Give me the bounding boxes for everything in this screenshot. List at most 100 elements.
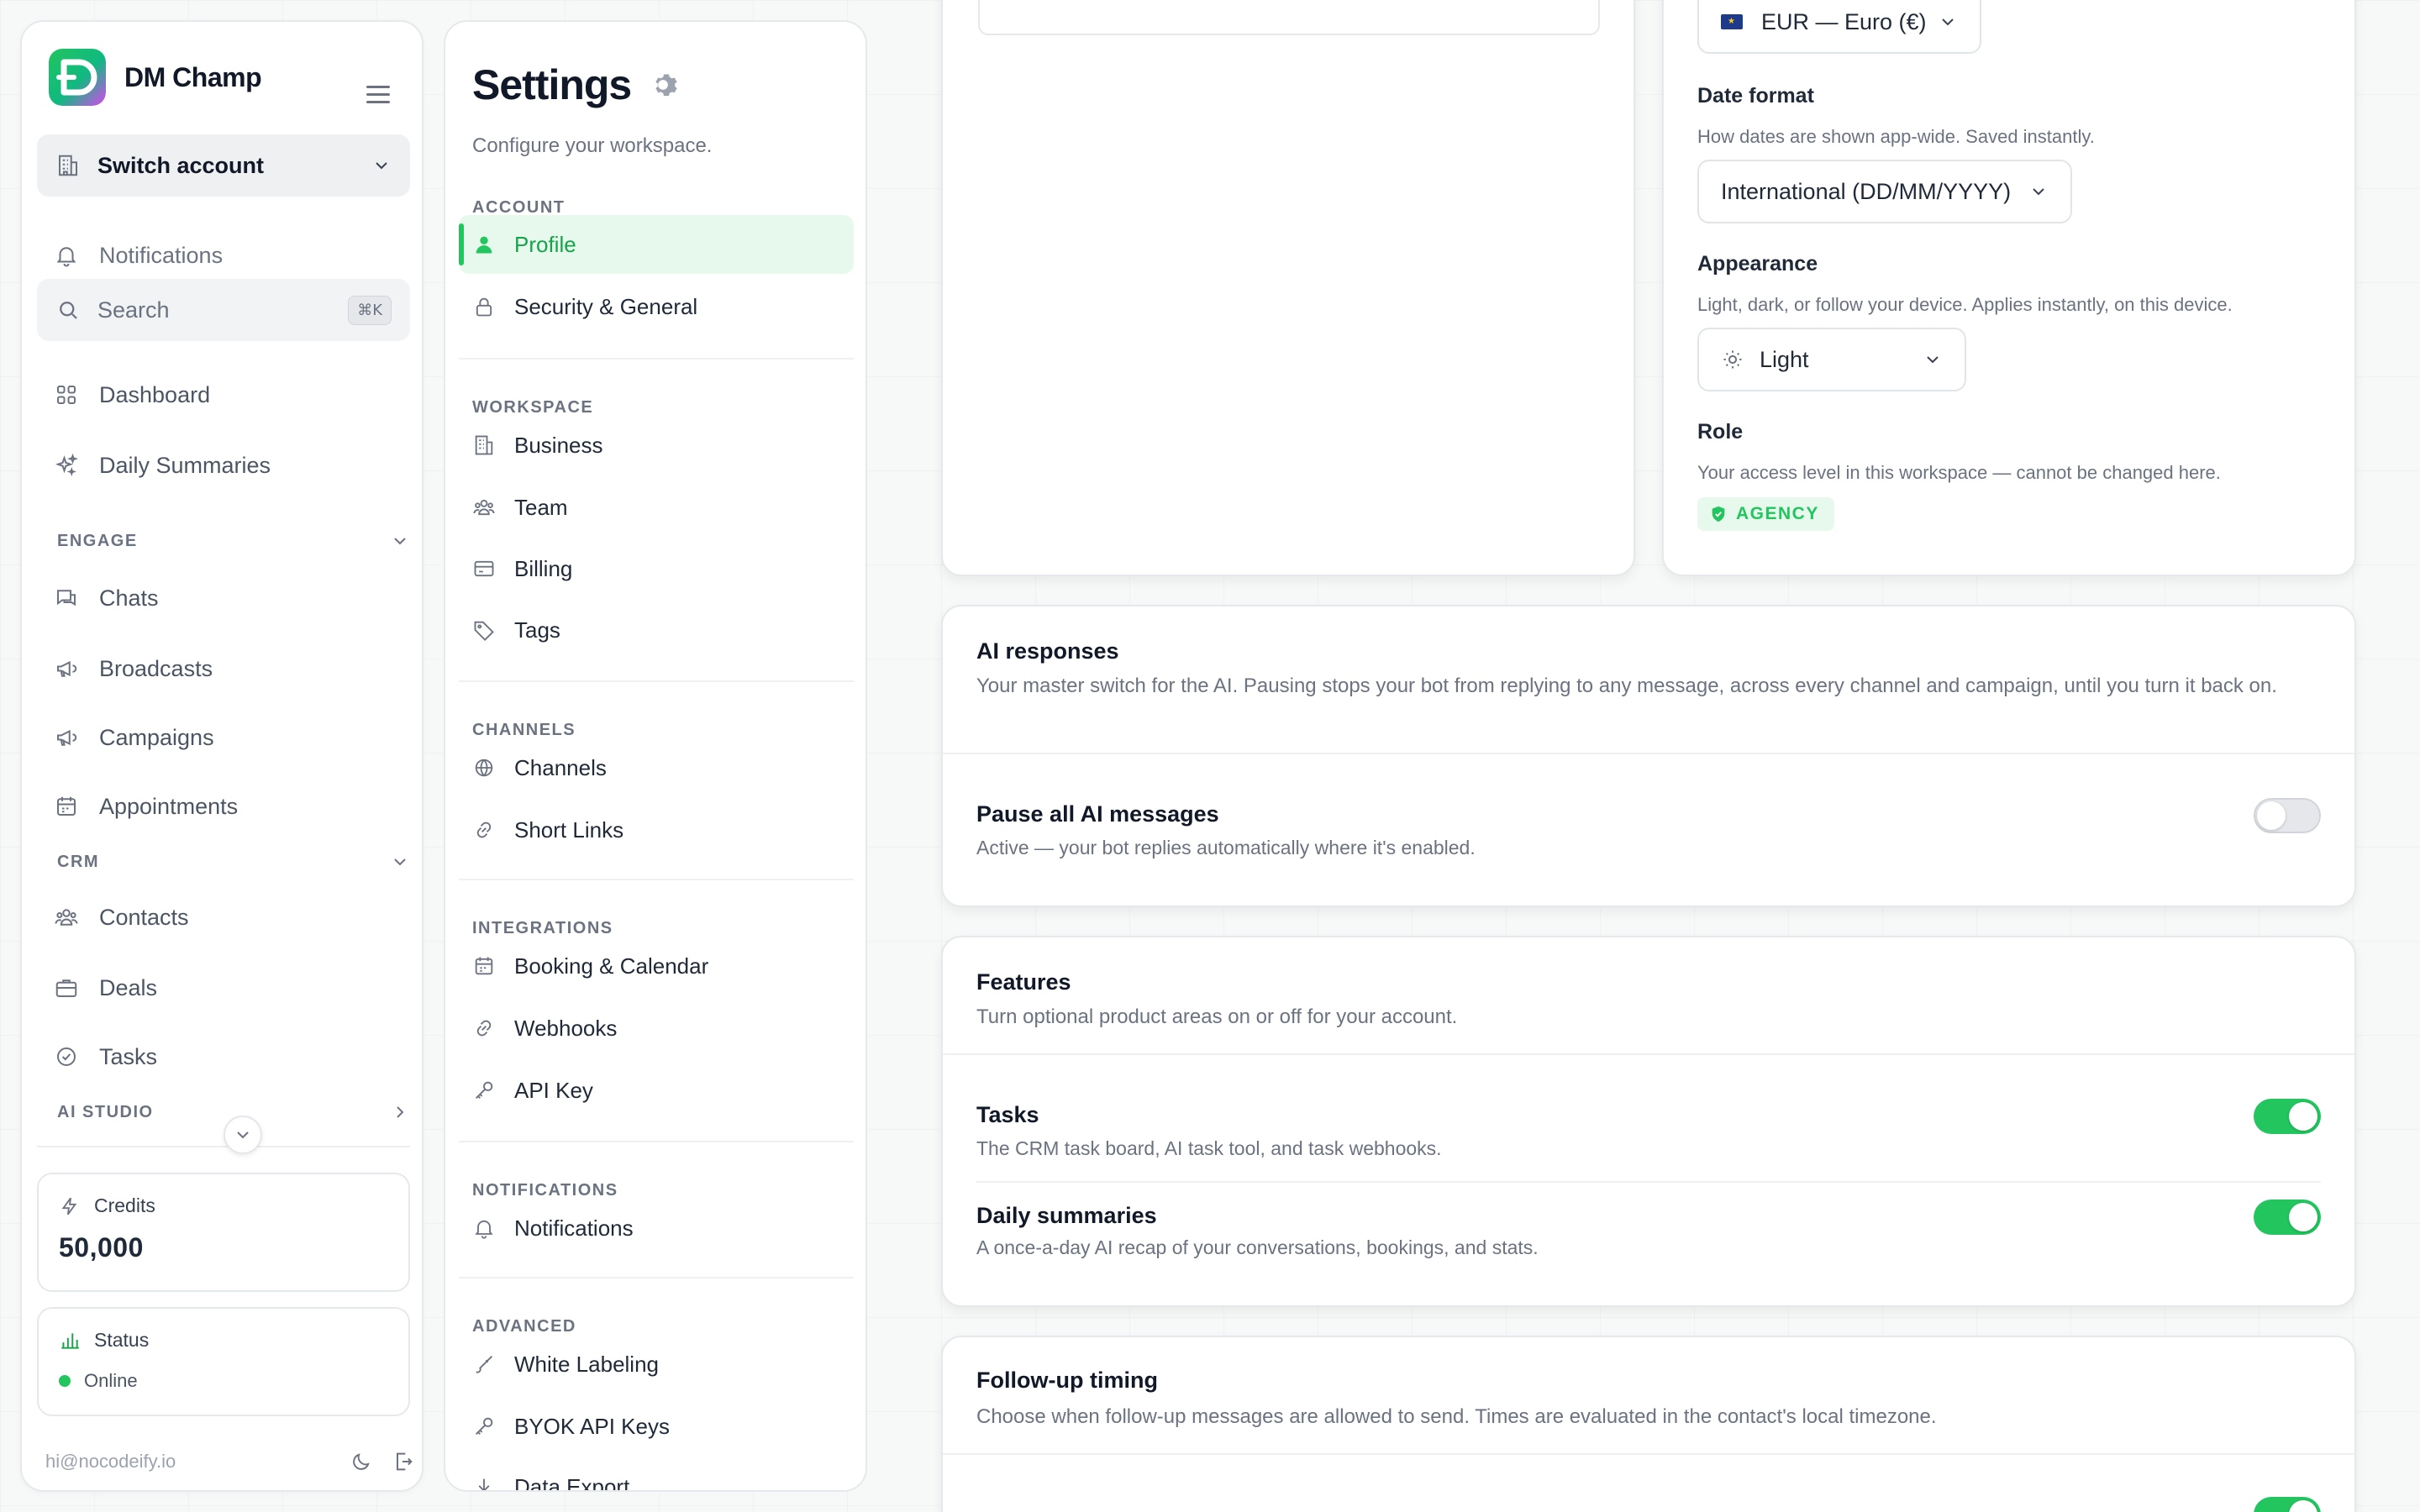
sidebar-item-label: Chats (99, 585, 159, 611)
features-desc: Turn optional product areas on or off fo… (976, 1005, 1458, 1028)
section-integrations-title: INTEGRATIONS (472, 919, 613, 937)
settings-item-api-key[interactable]: API Key (472, 1070, 593, 1110)
chevron-down-icon (390, 852, 410, 872)
section-crm[interactable]: CRM (57, 852, 410, 872)
sidebar-item-broadcasts[interactable]: Broadcasts (54, 648, 213, 689)
menu-icon[interactable] (366, 86, 390, 108)
settings-item-channels[interactable]: Channels (472, 748, 607, 788)
nav-divider (459, 358, 854, 360)
search-shortcut: ⌘K (348, 295, 392, 325)
sidebar-item-label: Notifications (99, 242, 224, 268)
date-format-select[interactable]: International (DD/MM/YYYY) (1697, 160, 2072, 223)
appearance-value: Light (1760, 346, 1809, 372)
sidebar-item-notifications[interactable]: Notifications (54, 235, 223, 276)
sidebar-item-deals[interactable]: Deals (54, 968, 157, 1008)
date-format-desc: How dates are shown app-wide. Saved inst… (1697, 126, 2095, 147)
settings-item-label: Short Links (514, 816, 624, 843)
link-icon (472, 1016, 496, 1040)
settings-item-booking-calendar[interactable]: Booking & Calendar (472, 946, 708, 986)
section-engage[interactable]: ENGAGE (57, 531, 410, 551)
switch-account-button[interactable]: Switch account (37, 134, 410, 197)
chevron-right-icon (390, 1102, 410, 1122)
settings-item-label: White Labeling (514, 1351, 659, 1377)
settings-item-tags[interactable]: Tags (472, 610, 560, 650)
sidebar-item-label: Contacts (99, 904, 189, 930)
settings-title: Settings (472, 61, 632, 108)
sidebar-item-campaigns[interactable]: Campaigns (54, 717, 214, 758)
tasks-feature-toggle[interactable] (2254, 1099, 2321, 1134)
daily-summaries-feature-toggle[interactable] (2254, 1200, 2321, 1235)
role-value: AGENCY (1736, 504, 1819, 523)
sidebar-item-label: Broadcasts (99, 655, 213, 681)
settings-item-security[interactable]: Security & General (472, 286, 697, 327)
brush-icon (472, 1352, 496, 1376)
appearance-select[interactable]: Light (1697, 328, 1966, 391)
link-icon (472, 818, 496, 842)
sidebar-item-daily-summaries[interactable]: Daily Summaries (54, 445, 271, 486)
settings-item-webhooks[interactable]: Webhooks (472, 1008, 617, 1048)
section-channels-title: CHANNELS (472, 721, 576, 739)
settings-item-billing[interactable]: Billing (472, 549, 572, 589)
credits-card[interactable]: Credits 50,000 (37, 1173, 410, 1292)
date-format-title: Date format (1697, 84, 1814, 108)
status-value: Online (84, 1370, 138, 1391)
settings-item-data-export[interactable]: Data Export (472, 1467, 629, 1490)
section-engage-title: ENGAGE (57, 531, 138, 550)
followup-toggle[interactable] (2254, 1497, 2321, 1512)
toggle-knob (2289, 1203, 2317, 1231)
currency-value: EUR — Euro (€) (1761, 8, 1927, 34)
appearance-desc: Light, dark, or follow your device. Appl… (1697, 294, 2233, 315)
megaphone-icon (54, 656, 79, 681)
logout-icon[interactable] (392, 1450, 415, 1473)
calendar-icon (472, 954, 496, 978)
sidebar-item-tasks[interactable]: Tasks (54, 1037, 157, 1077)
settings-item-team[interactable]: Team (472, 487, 568, 528)
sparkles-icon (54, 453, 79, 478)
chevron-down-icon (1938, 12, 1958, 32)
ai-responses-desc: Your master switch for the AI. Pausing s… (976, 675, 2277, 697)
sidebar-item-appointments[interactable]: Appointments (54, 786, 238, 827)
settings-item-white-labeling[interactable]: White Labeling (472, 1344, 659, 1384)
settings-item-label: Business (514, 432, 603, 458)
features-title: Features (976, 969, 1071, 995)
nav-divider (459, 680, 854, 682)
chevron-down-icon (233, 1125, 253, 1145)
users-icon (472, 496, 496, 519)
settings-item-business[interactable]: Business (472, 425, 603, 465)
settings-item-profile[interactable]: Profile (472, 224, 576, 265)
ai-responses-card (941, 605, 2356, 907)
settings-item-notifications[interactable]: Notifications (472, 1208, 634, 1248)
pause-ai-desc: Active — your bot replies automatically … (976, 837, 1476, 858)
search-input[interactable]: Search ⌘K (37, 279, 410, 341)
sidebar-item-contacts[interactable]: Contacts (54, 897, 189, 937)
profile-text-input[interactable] (978, 0, 1600, 35)
building-icon (472, 433, 496, 457)
settings-item-label: Channels (514, 754, 607, 780)
credits-value: 50,000 (59, 1232, 144, 1263)
pause-ai-toggle[interactable] (2254, 798, 2321, 833)
users-icon (54, 905, 79, 930)
key-icon (472, 1415, 496, 1438)
dm-champ-logo-icon (49, 49, 106, 106)
page-title: Settings (472, 60, 680, 109)
daily-summaries-feature-desc: A once-a-day AI recap of your conversati… (976, 1236, 1539, 1258)
sidebar-item-dashboard[interactable]: Dashboard (54, 375, 210, 415)
settings-item-short-links[interactable]: Short Links (472, 810, 623, 850)
nav-divider (459, 1141, 854, 1142)
section-crm-title: CRM (57, 852, 100, 871)
settings-item-byok-keys[interactable]: BYOK API Keys (472, 1406, 670, 1446)
lightning-icon (59, 1195, 81, 1217)
settings-item-label: Webhooks (514, 1015, 618, 1041)
sidebar-item-chats[interactable]: Chats (54, 578, 159, 618)
tasks-feature-title: Tasks (976, 1102, 1039, 1127)
moon-icon[interactable] (350, 1450, 373, 1473)
scroll-down-button[interactable] (224, 1116, 262, 1154)
bell-icon (54, 243, 79, 268)
credits-label: Credits (94, 1194, 155, 1216)
briefcase-icon (54, 975, 79, 1000)
brand[interactable]: DM Champ (49, 49, 262, 106)
status-card[interactable]: Status Online (37, 1307, 410, 1416)
settings-subtitle: Configure your workspace. (472, 134, 713, 157)
card-divider (943, 1053, 2354, 1055)
currency-select[interactable]: EUR — Euro (€) (1697, 0, 1981, 54)
